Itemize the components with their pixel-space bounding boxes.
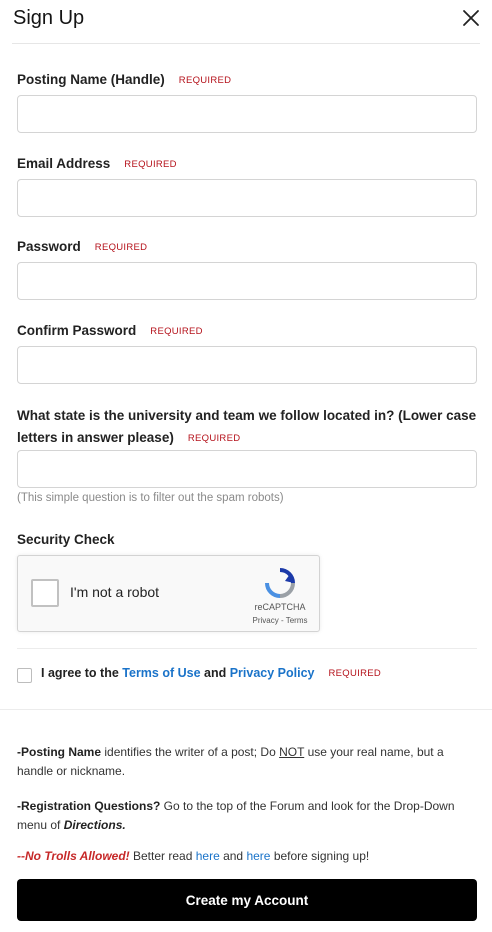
security-check-label: Security Check: [17, 532, 115, 547]
email-label: Email Address REQUIRED: [17, 155, 177, 174]
note-text: identifies the writer of a post; Do: [101, 745, 280, 759]
registration-note: -Registration Questions? Go to the top o…: [17, 797, 477, 835]
dialog-title: Sign Up: [13, 7, 85, 29]
security-question-line2: letters in answer please): [17, 430, 174, 445]
agree-text: I agree to the Terms of Use and Privacy …: [41, 666, 381, 680]
no-trolls-text: --No Trolls Allowed!: [17, 849, 130, 863]
recaptcha-logo-icon: [265, 568, 295, 598]
agree-prefix: I agree to the: [41, 666, 123, 680]
recaptcha-label: I'm not a robot: [70, 584, 160, 600]
dialog-header: Sign Up: [0, 0, 492, 44]
posting-name-label-text: Posting Name (Handle): [17, 72, 165, 87]
agree-and: and: [200, 666, 230, 680]
note-not: NOT: [279, 745, 305, 759]
required-tag: REQUIRED: [178, 75, 232, 86]
password-label: Password REQUIRED: [17, 238, 147, 257]
required-tag: REQUIRED: [94, 242, 148, 253]
password-label-text: Password: [17, 239, 81, 254]
note-directions: Directions.: [63, 818, 126, 832]
security-question-line1: What state is the university and team we…: [17, 408, 477, 423]
create-account-button[interactable]: Create my Account: [17, 879, 477, 921]
privacy-policy-link[interactable]: Privacy Policy: [230, 666, 315, 680]
email-label-text: Email Address: [17, 156, 111, 171]
divider: [17, 648, 477, 649]
security-question-hint: (This simple question is to filter out t…: [17, 492, 284, 504]
header-divider: [12, 43, 480, 44]
note-bold: -Registration Questions?: [17, 799, 161, 813]
confirm-password-label: Confirm Password REQUIRED: [17, 322, 203, 341]
email-input[interactable]: [17, 179, 477, 217]
required-tag: REQUIRED: [124, 159, 177, 170]
note-bold: -Posting Name: [17, 745, 102, 759]
posting-name-label: Posting Name (Handle) REQUIRED: [17, 71, 231, 90]
confirm-password-label-text: Confirm Password: [17, 323, 137, 338]
divider: [0, 709, 492, 710]
posting-name-input[interactable]: [17, 95, 477, 133]
recaptcha-sep: -: [278, 616, 286, 625]
note-text: before signing up!: [270, 849, 370, 863]
confirm-password-input[interactable]: [17, 346, 477, 384]
here-link-2[interactable]: here: [246, 849, 270, 863]
posting-name-note: -Posting Name identifies the writer of a…: [17, 743, 477, 781]
recaptcha-widget: I'm not a robot reCAPTCHA Privacy - Term…: [17, 555, 320, 632]
recaptcha-checkbox[interactable]: [31, 579, 59, 607]
security-question-label: What state is the university and team we…: [17, 405, 477, 450]
recaptcha-privacy-link[interactable]: Privacy: [253, 616, 279, 625]
recaptcha-terms-link[interactable]: Terms: [286, 616, 308, 625]
required-tag: REQUIRED: [150, 326, 203, 337]
trolls-note: --No Trolls Allowed! Better read here an…: [17, 847, 477, 866]
note-text: and: [219, 849, 247, 863]
password-input[interactable]: [17, 262, 477, 300]
security-question-input[interactable]: [17, 450, 477, 488]
here-link-1[interactable]: here: [196, 849, 220, 863]
recaptcha-links: Privacy - Terms: [240, 616, 320, 625]
close-icon[interactable]: [459, 6, 483, 30]
required-tag: REQUIRED: [187, 433, 241, 444]
terms-of-use-link[interactable]: Terms of Use: [122, 666, 200, 680]
required-tag: REQUIRED: [328, 668, 382, 679]
recaptcha-brand: reCAPTCHA: [254, 602, 306, 612]
agree-checkbox[interactable]: [17, 668, 32, 683]
note-text: Better read: [129, 849, 196, 863]
